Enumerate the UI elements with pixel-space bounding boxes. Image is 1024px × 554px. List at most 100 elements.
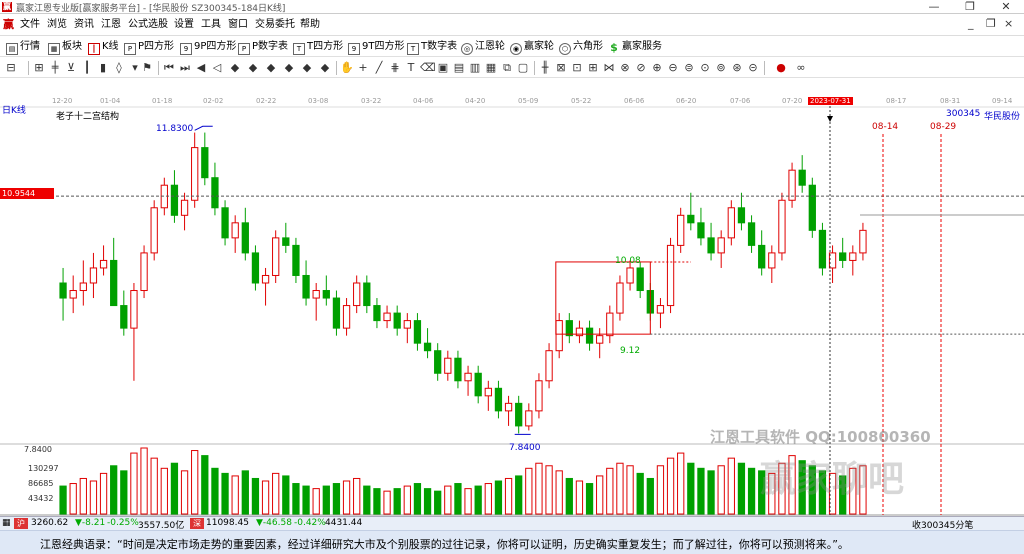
volume-bar-up: [626, 465, 634, 515]
toolbar-t-number-table[interactable]: T T数字表: [407, 40, 457, 55]
fib-tool-icon[interactable]: ╪: [48, 61, 62, 75]
structure-label: 老子十二宫结构: [56, 112, 120, 122]
chart-type-icon-13[interactable]: ⊛: [730, 61, 744, 75]
candle-down: [839, 252, 847, 261]
period-dropdown-icon[interactable]: ⊟: [4, 61, 18, 75]
toolbar-9p-square[interactable]: 9 9P四方形: [180, 40, 236, 55]
kline-chart[interactable]: 12-20 01-04 01-18 02-02 02-22 03-08 03-2…: [0, 78, 1024, 516]
bar-type-icon[interactable]: ┃: [80, 61, 94, 75]
menu-settings[interactable]: 设置: [174, 19, 194, 31]
indicator-icon[interactable]: ◊: [112, 61, 126, 75]
toolbar-winner-wheel-label: 赢家轮: [524, 41, 554, 52]
diamond-icon-6[interactable]: ◆: [318, 61, 332, 75]
candle-up: [191, 147, 199, 201]
candle-up: [231, 222, 239, 239]
candle-up: [99, 259, 108, 269]
grid-tool-icon[interactable]: ⊞: [32, 61, 46, 75]
candle-type-icon[interactable]: ▮: [96, 61, 110, 75]
toolbar-p-number-table[interactable]: P P数字表: [238, 40, 289, 55]
toolbar-quote[interactable]: ▤ 行情: [6, 40, 40, 55]
toolbar-kline[interactable]: ┃ K线: [88, 40, 119, 55]
mdi-minimize-button[interactable]: _: [968, 17, 974, 30]
chart-type-icon-12[interactable]: ⊚: [714, 61, 728, 75]
mdi-close-button[interactable]: ×: [1004, 17, 1013, 30]
prev-icon[interactable]: ◀: [194, 61, 208, 75]
menu-help[interactable]: 帮助: [300, 19, 320, 31]
candle-down: [818, 229, 827, 269]
chart-type-icon-14[interactable]: ⊝: [746, 61, 760, 75]
sz-index-pct: -0.42%: [294, 518, 326, 528]
chart-type-icon-2[interactable]: ⊠: [554, 61, 568, 75]
volume-bar-down: [292, 483, 300, 515]
stock-name: 华民股份: [984, 112, 1021, 122]
first-bar-icon[interactable]: ⏮: [162, 61, 176, 75]
diamond-icon-4[interactable]: ◆: [282, 61, 296, 75]
candle-up: [626, 267, 634, 284]
gann-fan-icon[interactable]: ⊻: [64, 61, 78, 75]
chart-type-icon-6[interactable]: ⊗: [618, 61, 632, 75]
candle-up: [444, 357, 452, 374]
volume-bar-down: [211, 467, 219, 515]
sz-index-change: ▼-46.58: [256, 518, 292, 528]
toolbar-t-square[interactable]: T T四方形: [293, 40, 343, 55]
chart-type-icon-9[interactable]: ⊖: [666, 61, 680, 75]
menu-tools[interactable]: 工具: [201, 19, 221, 31]
toolbar-sector[interactable]: ▦ 板块: [48, 40, 82, 55]
menu-browse[interactable]: 浏览: [47, 19, 67, 31]
hand-tool-icon[interactable]: ✋: [340, 61, 354, 75]
diamond-icon-5[interactable]: ◆: [300, 61, 314, 75]
chart-type-icon-5[interactable]: ⋈: [602, 61, 616, 75]
toolbar-separator: [158, 61, 159, 75]
toolbar-p-square[interactable]: P P四方形: [124, 40, 174, 55]
chart-type-icon-8[interactable]: ⊕: [650, 61, 664, 75]
menu-file[interactable]: 文件: [20, 19, 40, 31]
chart-type-icon-3[interactable]: ⊡: [570, 61, 584, 75]
last-bar-icon[interactable]: ⏭: [178, 61, 192, 75]
close-button[interactable]: ✕: [988, 0, 1024, 14]
shrink-icon[interactable]: ◁: [210, 61, 224, 75]
flag-icon[interactable]: ⚑: [140, 61, 154, 75]
toolbar-hexagon[interactable]: ⬡ 六角形: [559, 40, 603, 55]
toolbar-9t-square[interactable]: 9 9T四方形: [348, 40, 404, 55]
volume-bar-down: [221, 472, 229, 515]
eraser-icon[interactable]: ⌫: [420, 61, 436, 75]
chart-type-icon-1[interactable]: ╫: [538, 61, 552, 75]
layout-icon[interactable]: ▦: [484, 61, 498, 75]
chart-type-icon-11[interactable]: ⊙: [698, 61, 712, 75]
calculator-icon[interactable]: ▣: [436, 61, 450, 75]
diamond-icon-3[interactable]: ◆: [264, 61, 278, 75]
menu-window[interactable]: 窗口: [228, 19, 248, 31]
diamond-icon-2[interactable]: ◆: [246, 61, 260, 75]
menu-news[interactable]: 资讯: [74, 19, 94, 31]
window-icon[interactable]: ▢: [516, 61, 530, 75]
crosshair-icon[interactable]: +: [356, 61, 370, 75]
menu-gann[interactable]: 江恩: [101, 19, 121, 31]
toolbar-gann-wheel[interactable]: ◎ 江恩轮: [461, 40, 505, 55]
toolbar-winner-wheel[interactable]: ◉ 赢家轮: [510, 40, 554, 55]
save-icon[interactable]: ▤: [452, 61, 466, 75]
menu-trade[interactable]: 交易委托: [255, 19, 295, 31]
print-icon[interactable]: ▥: [468, 61, 482, 75]
text-tool-icon[interactable]: T: [404, 61, 418, 75]
line-tool-icon[interactable]: ╱: [372, 61, 386, 75]
channel-tool-icon[interactable]: ⋕: [388, 61, 402, 75]
candle-up: [464, 372, 472, 382]
candle-down: [454, 357, 462, 382]
chart-type-icon-10[interactable]: ⊜: [682, 61, 696, 75]
red-circle-icon[interactable]: ●: [774, 61, 788, 75]
compare-icon[interactable]: ⧉: [500, 61, 514, 75]
toolbar-winner-service[interactable]: $ 赢家服务: [608, 40, 662, 54]
candle-down: [332, 297, 341, 329]
menu-formula[interactable]: 公式选股: [128, 19, 168, 31]
minimize-button[interactable]: —: [916, 0, 952, 14]
toolbar-p-number-table-label: P数字表: [252, 41, 289, 52]
candle-up: [342, 305, 351, 329]
chart-type-icon-7[interactable]: ⊘: [634, 61, 648, 75]
restore-button[interactable]: ❐: [952, 0, 988, 14]
infinity-icon[interactable]: ∞: [794, 61, 808, 75]
diamond-icon-1[interactable]: ◆: [228, 61, 242, 75]
mdi-restore-button[interactable]: ❐: [986, 17, 996, 30]
chart-type-icon-4[interactable]: ⊞: [586, 61, 600, 75]
sh-index-icon: ▦: [2, 518, 11, 528]
candle-down: [747, 222, 756, 246]
